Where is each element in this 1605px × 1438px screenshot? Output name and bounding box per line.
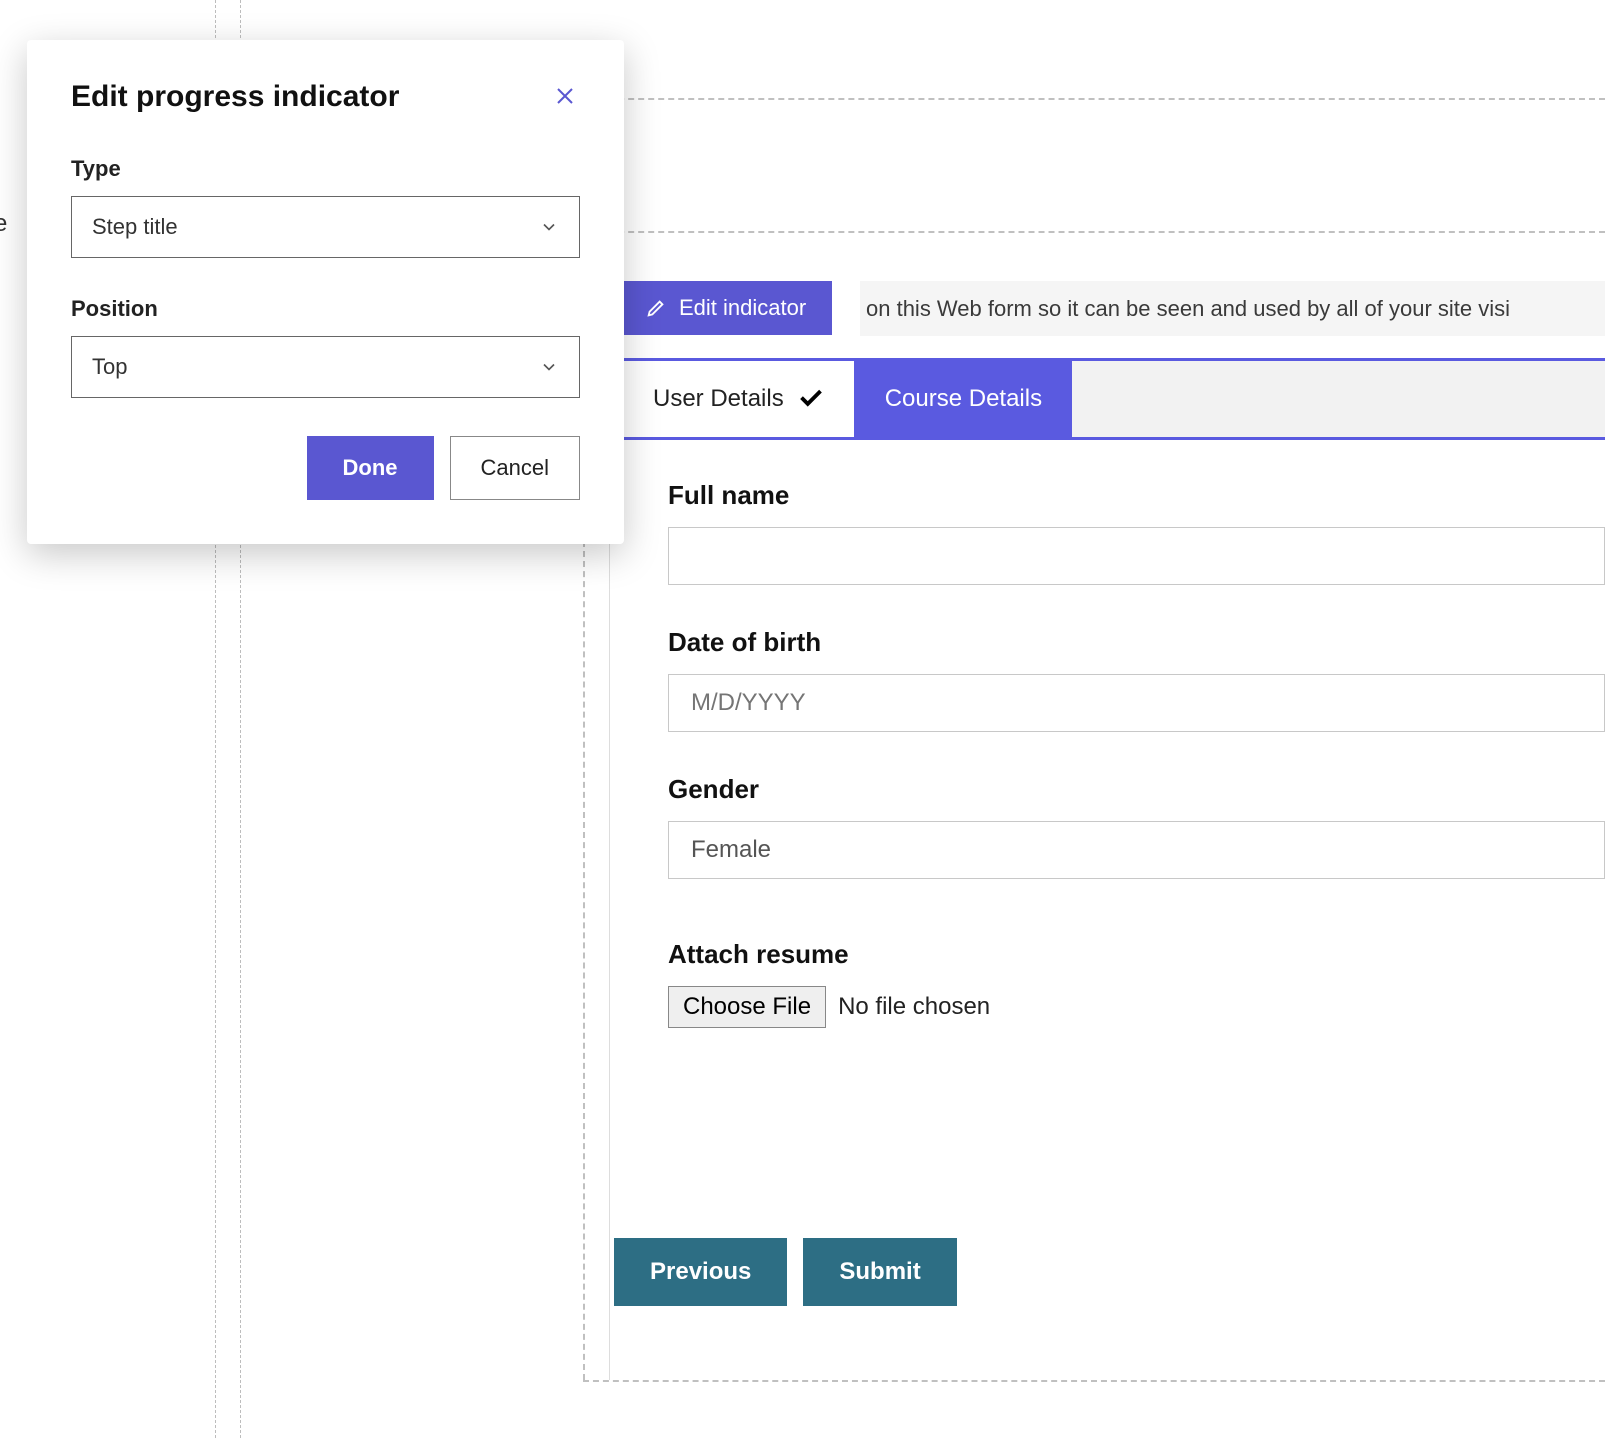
full-name-input[interactable]: [668, 527, 1605, 585]
gender-select[interactable]: Female: [668, 821, 1605, 879]
popover-type-label: Type: [71, 156, 580, 182]
popover-position-select[interactable]: Top: [71, 336, 580, 398]
edit-progress-indicator-popover: Edit progress indicator Type Step title …: [27, 40, 624, 544]
popover-title: Edit progress indicator: [71, 80, 399, 114]
chevron-down-icon: [539, 357, 559, 377]
edit-indicator-label: Edit indicator: [679, 295, 806, 321]
popover-position-label: Position: [71, 296, 580, 322]
resume-label: Attach resume: [668, 939, 1605, 970]
tab-user-details-label: User Details: [653, 385, 784, 413]
popover-actions: Done Cancel: [71, 436, 580, 500]
popover-type-value: Step title: [92, 214, 178, 240]
submit-button[interactable]: Submit: [803, 1238, 956, 1306]
full-name-label: Full name: [668, 480, 1605, 511]
choose-file-button[interactable]: Choose File: [668, 986, 826, 1028]
cancel-button[interactable]: Cancel: [450, 436, 580, 500]
info-bar: on this Web form so it can be seen and u…: [860, 281, 1605, 336]
popover-position-field: Position Top: [71, 296, 580, 398]
tab-course-details[interactable]: Course Details: [855, 361, 1072, 437]
form-step-tabs: User Details Course Details: [623, 358, 1605, 440]
canvas-guide-bottom: [583, 1380, 1605, 1382]
tab-course-details-label: Course Details: [885, 385, 1042, 413]
close-button[interactable]: [550, 82, 580, 112]
form-actions: Previous Submit: [614, 1238, 957, 1306]
gender-value: Female: [691, 836, 771, 864]
popover-type-field: Type Step title: [71, 156, 580, 258]
previous-button[interactable]: Previous: [614, 1238, 787, 1306]
gender-label: Gender: [668, 774, 1605, 805]
popover-header: Edit progress indicator: [71, 80, 580, 114]
pencil-icon: [645, 297, 667, 319]
field-gender: Gender Female: [668, 774, 1605, 879]
file-status-text: No file chosen: [838, 993, 990, 1021]
field-resume: Attach resume Choose File No file chosen: [668, 939, 1605, 1028]
info-bar-text: on this Web form so it can be seen and u…: [866, 296, 1510, 322]
check-icon: [798, 386, 824, 412]
dob-label: Date of birth: [668, 627, 1605, 658]
edit-indicator-button[interactable]: Edit indicator: [623, 281, 832, 335]
truncated-left-text: e: [0, 210, 7, 238]
file-picker-row: Choose File No file chosen: [668, 986, 1605, 1028]
tab-user-details[interactable]: User Details: [623, 361, 855, 437]
dob-input[interactable]: [668, 674, 1605, 732]
close-icon: [553, 84, 577, 108]
field-dob: Date of birth: [668, 627, 1605, 732]
popover-position-value: Top: [92, 354, 127, 380]
field-full-name: Full name: [668, 480, 1605, 585]
done-button[interactable]: Done: [307, 436, 434, 500]
popover-type-select[interactable]: Step title: [71, 196, 580, 258]
chevron-down-icon: [539, 217, 559, 237]
